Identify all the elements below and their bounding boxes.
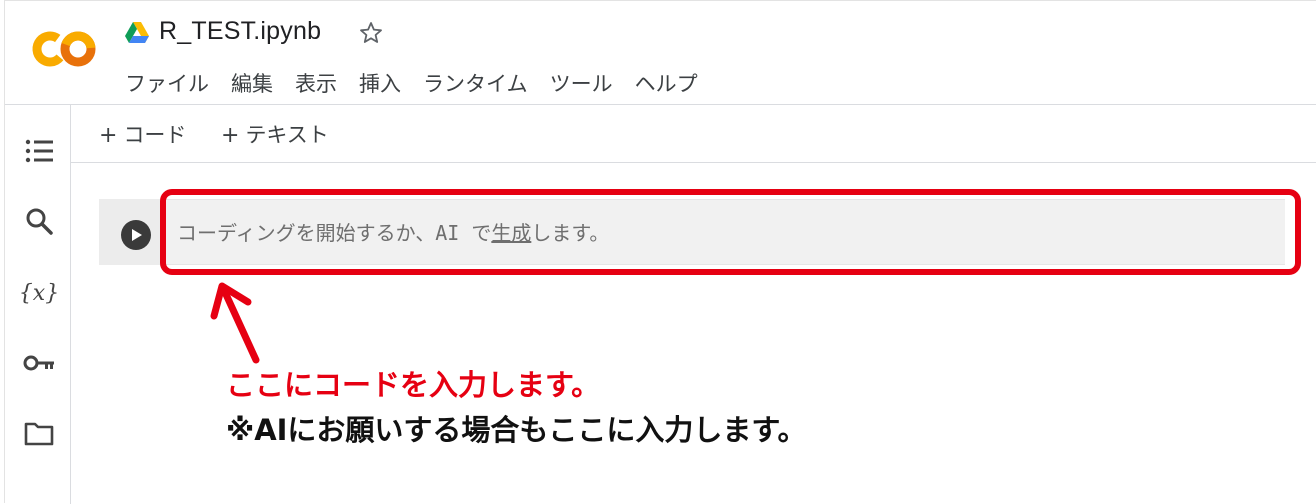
left-sidebar: {x} — [5, 105, 71, 504]
folder-icon[interactable] — [23, 417, 55, 449]
add-code-label: コード — [123, 123, 187, 147]
cell-placeholder-before: コーディングを開始するか、AI で — [177, 221, 492, 245]
notebook-title[interactable]: R_TEST.ipynb — [159, 17, 321, 46]
menu-view[interactable]: 表示 — [295, 68, 347, 98]
variables-icon[interactable]: {x} — [19, 277, 59, 309]
menu-file[interactable]: ファイル — [125, 68, 219, 98]
menu-bar: ファイル 編集 表示 挿入 ランタイム ツール ヘルプ — [125, 68, 720, 98]
menu-help[interactable]: ヘルプ — [635, 68, 708, 98]
run-cell-button[interactable] — [121, 220, 151, 250]
add-text-button[interactable]: + テキスト — [221, 119, 329, 149]
menu-runtime[interactable]: ランタイム — [423, 68, 538, 98]
annotation-line-1: ここにコードを入力します。 — [226, 368, 601, 402]
code-cell-input[interactable]: コーディングを開始するか、AI で生成します。 — [177, 217, 609, 246]
table-of-contents-icon[interactable] — [23, 135, 55, 167]
annotation-line-2: ※AIにお願いする場合もここに入力します。 — [226, 413, 807, 447]
add-text-label: テキスト — [245, 123, 329, 147]
menu-tools[interactable]: ツール — [550, 68, 623, 98]
search-icon[interactable] — [23, 205, 55, 237]
google-drive-icon — [125, 22, 149, 43]
variables-glyph: {x} — [18, 280, 60, 306]
add-code-button[interactable]: + コード — [99, 119, 186, 149]
plus-icon: + — [99, 123, 118, 148]
menu-insert[interactable]: 挿入 — [359, 68, 411, 98]
cell-placeholder-after: します。 — [531, 221, 610, 245]
star-outline-icon[interactable] — [359, 21, 383, 45]
annotation-arrow-icon — [210, 282, 260, 364]
secrets-key-icon[interactable] — [23, 347, 55, 379]
notebook-toolbar: + コード + テキスト — [71, 105, 1316, 163]
colab-logo-icon[interactable] — [31, 29, 99, 69]
play-icon — [132, 229, 142, 241]
menu-edit[interactable]: 編集 — [231, 68, 283, 98]
plus-icon: + — [221, 123, 240, 148]
generate-link[interactable]: 生成 — [491, 221, 531, 245]
